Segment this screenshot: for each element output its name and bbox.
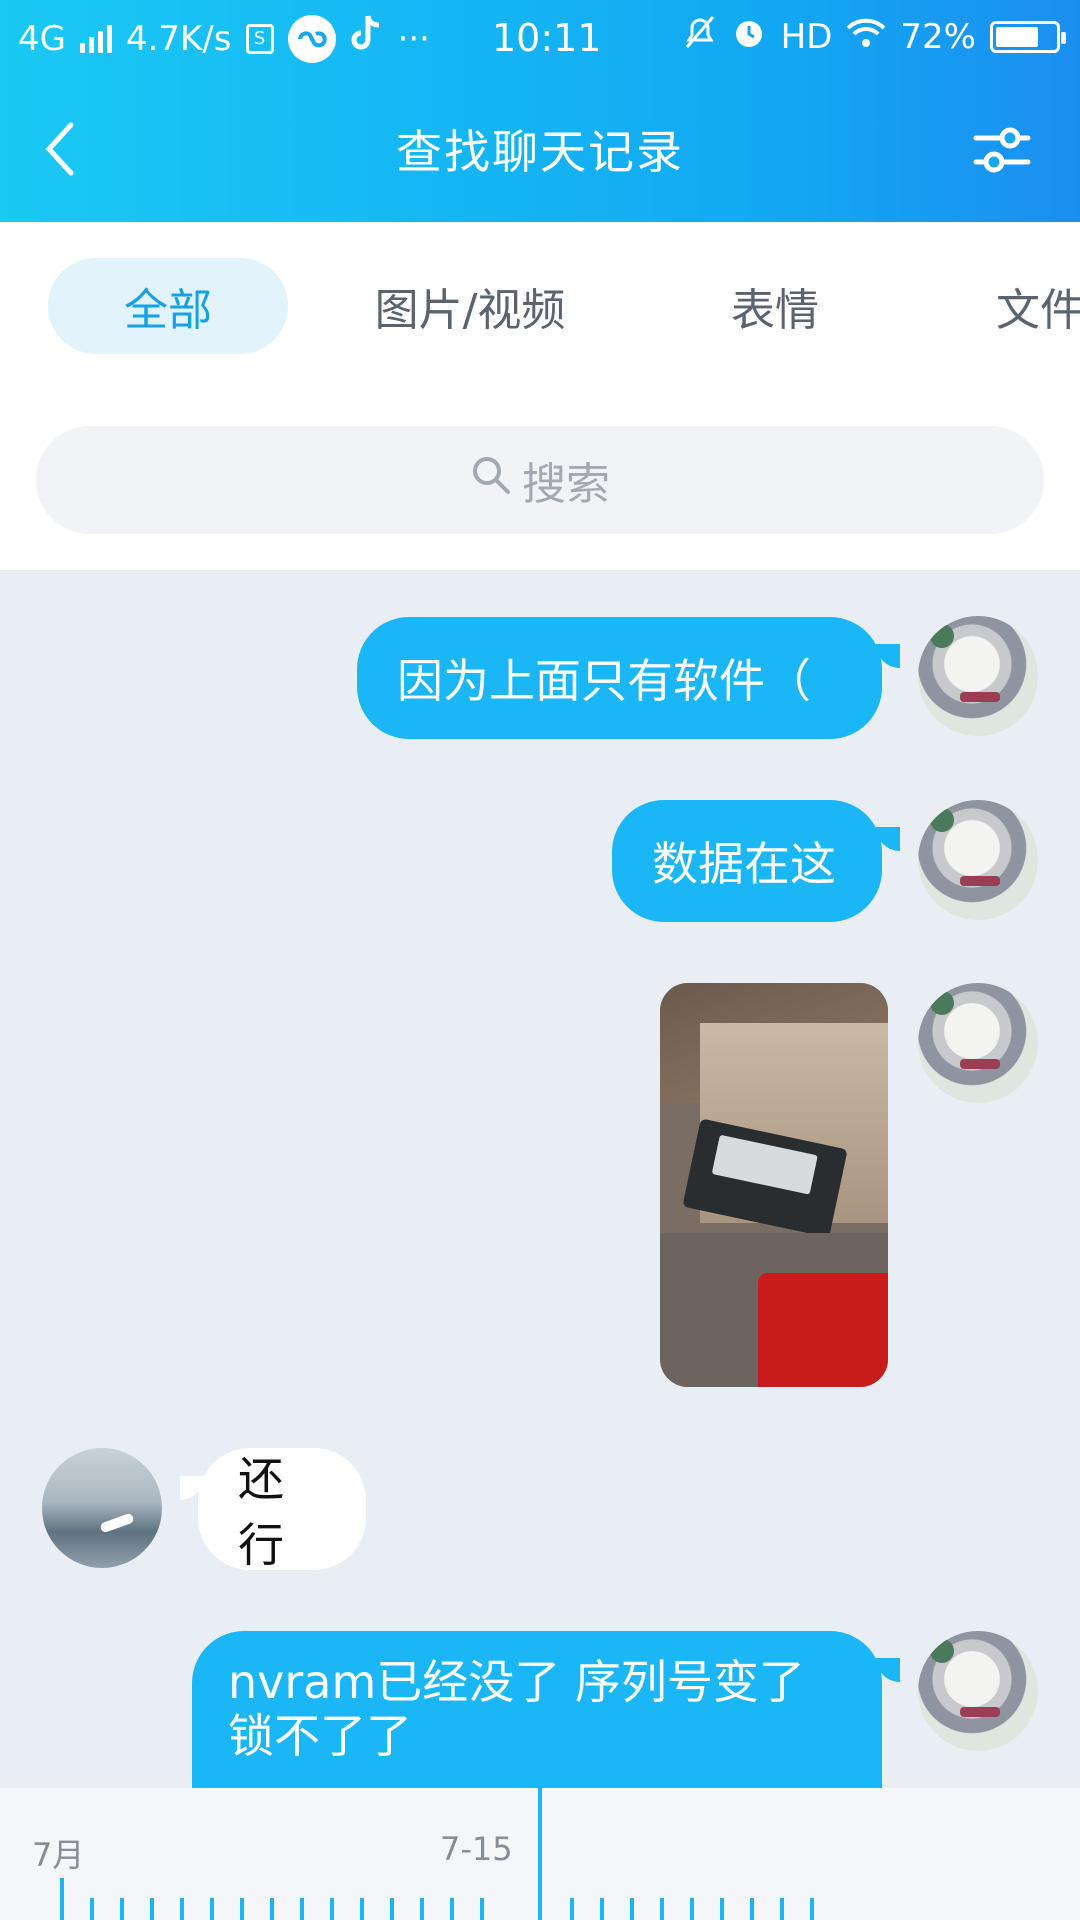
- timeline-tick: [720, 1898, 724, 1920]
- page-title: 查找聊天记录: [396, 125, 684, 179]
- hd-label: HD: [780, 16, 833, 57]
- timeline-tick: [450, 1898, 454, 1920]
- tab-all[interactable]: 全部: [48, 258, 288, 354]
- timeline-tick: [300, 1898, 304, 1920]
- battery-percent: 72%: [900, 16, 976, 57]
- alarm-icon: [731, 14, 767, 59]
- timeline-tick: [600, 1898, 604, 1920]
- message-text: 数据在这: [652, 837, 836, 891]
- timeline-tick: [690, 1898, 694, 1920]
- timeline-tick: [270, 1898, 274, 1920]
- top-bar: 查找聊天记录: [0, 76, 1080, 222]
- message-bubble[interactable]: 还行: [198, 1448, 366, 1572]
- message-bubble[interactable]: 数据在这: [612, 800, 882, 922]
- search-section: 搜索: [0, 370, 1080, 570]
- search-placeholder: 搜索: [522, 459, 610, 510]
- filter-button[interactable]: [970, 118, 1034, 182]
- my-avatar[interactable]: [918, 983, 1038, 1103]
- search-icon: [470, 454, 512, 507]
- timeline-cursor[interactable]: [538, 1788, 542, 1920]
- wifi-icon: [846, 17, 886, 57]
- search-input[interactable]: 搜索: [36, 426, 1044, 534]
- timeline-tick: [660, 1898, 664, 1920]
- battery-level: [996, 26, 1038, 47]
- timeline-date-label: 7-15: [440, 1830, 513, 1868]
- tab-files[interactable]: 文件: [950, 258, 1080, 354]
- timeline-tick: [120, 1898, 124, 1920]
- message-bubble[interactable]: 因为上面只有软件（: [357, 617, 882, 739]
- app-icon: [287, 14, 336, 63]
- signal-icon: [79, 24, 112, 53]
- sliders-icon: [973, 127, 1031, 173]
- timeline-tick: [390, 1898, 394, 1920]
- timeline-tick: [60, 1878, 64, 1920]
- message-text: 因为上面只有软件（: [397, 654, 811, 708]
- timeline-tick: [90, 1898, 94, 1920]
- timeline-tick: [630, 1898, 634, 1920]
- timeline-tick: [360, 1898, 364, 1920]
- image-message[interactable]: [660, 983, 888, 1387]
- status-bar: 4G 4.7K/s S ··· 10:11 HD 72%: [0, 0, 1080, 76]
- message-bubble[interactable]: nvram已经没了 序列号变了 锁不了了: [192, 1631, 882, 1788]
- timeline-tick: [240, 1898, 244, 1920]
- category-tabs: 全部 图片/视频 表情 文件: [0, 222, 1080, 370]
- timeline-tick: [420, 1898, 424, 1920]
- timeline-tick: [180, 1898, 184, 1920]
- overflow-dots: ···: [397, 18, 430, 59]
- contact-avatar[interactable]: [42, 1448, 162, 1568]
- timeline-tick: [750, 1898, 754, 1920]
- tab-images-videos[interactable]: 图片/视频: [350, 258, 590, 354]
- date-timeline[interactable]: 7月 7-15: [0, 1788, 1080, 1920]
- status-left: 4G 4.7K/s S ···: [18, 14, 430, 63]
- timeline-month-label: 7月: [32, 1836, 85, 1874]
- message-text: 还行: [238, 1452, 284, 1572]
- message-text: nvram已经没了 序列号变了 锁不了了: [228, 1655, 805, 1763]
- my-avatar[interactable]: [918, 616, 1038, 736]
- network-type: 4G: [18, 18, 66, 59]
- tab-stickers[interactable]: 表情: [660, 258, 890, 354]
- sim-badge-text: S: [253, 28, 266, 49]
- sim-icon: S: [245, 23, 274, 54]
- network-speed: 4.7K/s: [125, 18, 232, 59]
- timeline-tick: [210, 1898, 214, 1920]
- timeline-tick: [780, 1898, 784, 1920]
- silent-icon: [683, 14, 717, 59]
- status-right: HD 72%: [683, 14, 1066, 59]
- my-avatar[interactable]: [918, 1631, 1038, 1751]
- battery-icon: [990, 20, 1066, 53]
- my-avatar[interactable]: [918, 800, 1038, 920]
- tiktok-icon: [350, 14, 384, 63]
- timeline-tick: [150, 1898, 154, 1920]
- timeline-tick: [570, 1898, 574, 1920]
- timeline-tick: [810, 1898, 814, 1920]
- timeline-tick: [480, 1898, 484, 1920]
- timeline-tick: [330, 1898, 334, 1920]
- clock: 10:11: [492, 16, 602, 60]
- photo-red-object: [758, 1273, 888, 1387]
